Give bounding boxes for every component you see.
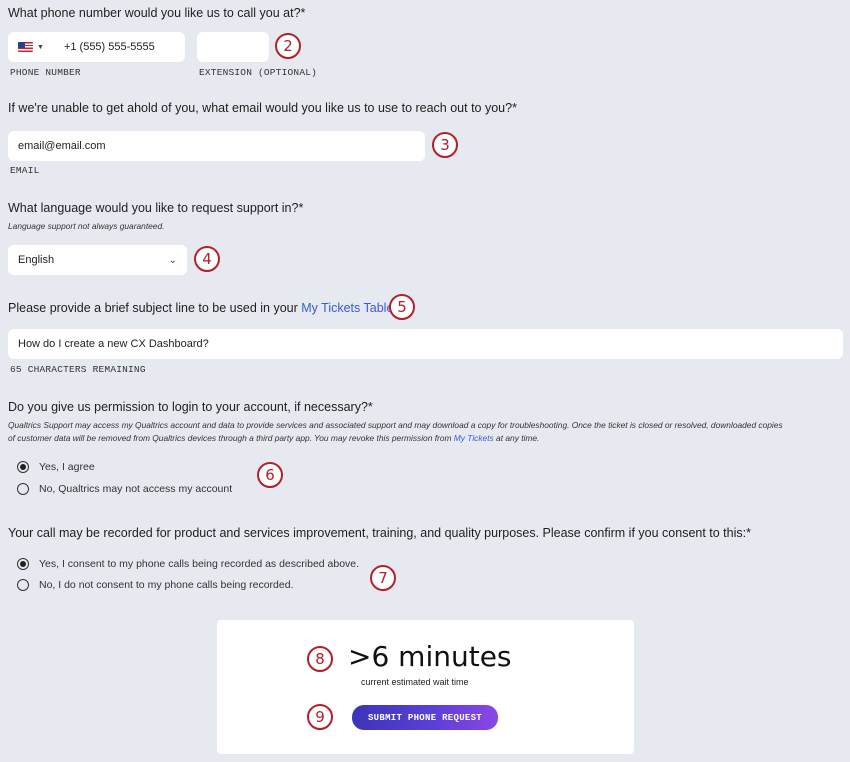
subject-question-text: Please provide a brief subject line to b… <box>8 301 302 315</box>
marker-3: 3 <box>432 132 458 158</box>
submit-phone-request-button[interactable]: SUBMIT PHONE REQUEST <box>352 705 498 730</box>
recording-option-yes-label: Yes, I consent to my phone calls being r… <box>39 558 360 570</box>
email-question: If we're unable to get ahold of you, wha… <box>8 101 517 115</box>
phone-label: PHONE NUMBER <box>10 67 81 78</box>
marker-8: 8 <box>307 646 333 672</box>
country-dropdown-icon[interactable]: ▼ <box>37 44 44 51</box>
marker-5: 5 <box>389 294 415 320</box>
radio-selected-icon[interactable] <box>17 461 29 473</box>
language-question: What language would you like to request … <box>8 201 304 215</box>
permission-option-no-label: No, Qualtrics may not access my account <box>39 483 233 495</box>
permission-note-text: of customer data will be removed from Qu… <box>8 433 454 443</box>
permission-note-suffix: at any time. <box>493 433 540 443</box>
marker-2: 2 <box>275 33 301 59</box>
marker-6: 6 <box>257 462 283 488</box>
extension-label: EXTENSION (OPTIONAL) <box>199 67 318 78</box>
characters-remaining: 65 CHARACTERS REMAINING <box>10 364 146 375</box>
permission-note-line-1: Qualtrics Support may access my Qualtric… <box>8 420 783 430</box>
radio-unselected-icon[interactable] <box>17 579 29 591</box>
my-tickets-link[interactable]: My Tickets <box>454 433 494 443</box>
my-tickets-table-link[interactable]: My Tickets Table <box>301 301 393 315</box>
subject-input[interactable]: How do I create a new CX Dashboard? <box>8 329 843 359</box>
wait-time-caption: current estimated wait time <box>361 677 469 687</box>
phone-input[interactable]: ▼ +1 (555) 555-5555 <box>8 32 185 62</box>
permission-option-yes[interactable]: Yes, I agree <box>17 461 95 473</box>
permission-option-no[interactable]: No, Qualtrics may not access my account <box>17 483 232 495</box>
permission-note: Qualtrics Support may access my Qualtric… <box>8 419 846 445</box>
phone-value: +1 (555) 555-5555 <box>63 41 155 53</box>
email-input[interactable]: email@email.com <box>8 131 425 161</box>
wait-time-value: >6 minutes <box>348 640 512 673</box>
marker-4: 4 <box>194 246 220 272</box>
language-note: Language support not always guaranteed. <box>8 221 165 231</box>
permission-question: Do you give us permission to login to yo… <box>8 400 373 414</box>
marker-7: 7 <box>370 565 396 591</box>
marker-9: 9 <box>307 704 333 730</box>
recording-option-yes[interactable]: Yes, I consent to my phone calls being r… <box>17 558 359 570</box>
recording-option-no[interactable]: No, I do not consent to my phone calls b… <box>17 579 294 591</box>
wait-time-card: 8 >6 minutes current estimated wait time… <box>217 620 634 754</box>
permission-option-yes-label: Yes, I agree <box>39 461 95 473</box>
subject-value: How do I create a new CX Dashboard? <box>18 338 209 350</box>
recording-question: Your call may be recorded for product an… <box>8 526 751 540</box>
us-flag-icon[interactable] <box>18 42 33 52</box>
extension-input[interactable] <box>197 32 269 62</box>
radio-selected-icon[interactable] <box>17 558 29 570</box>
language-select[interactable]: English ⌄ <box>8 245 187 275</box>
email-label: EMAIL <box>10 165 40 176</box>
recording-option-no-label: No, I do not consent to my phone calls b… <box>39 579 294 591</box>
phone-question: What phone number would you like us to c… <box>8 6 306 20</box>
language-selected: English <box>18 254 55 266</box>
email-value: email@email.com <box>18 140 106 152</box>
subject-question: Please provide a brief subject line to b… <box>8 301 397 315</box>
radio-unselected-icon[interactable] <box>17 483 29 495</box>
permission-note-line-2: of customer data will be removed from Qu… <box>8 432 846 445</box>
chevron-down-icon[interactable]: ⌄ <box>169 255 177 266</box>
